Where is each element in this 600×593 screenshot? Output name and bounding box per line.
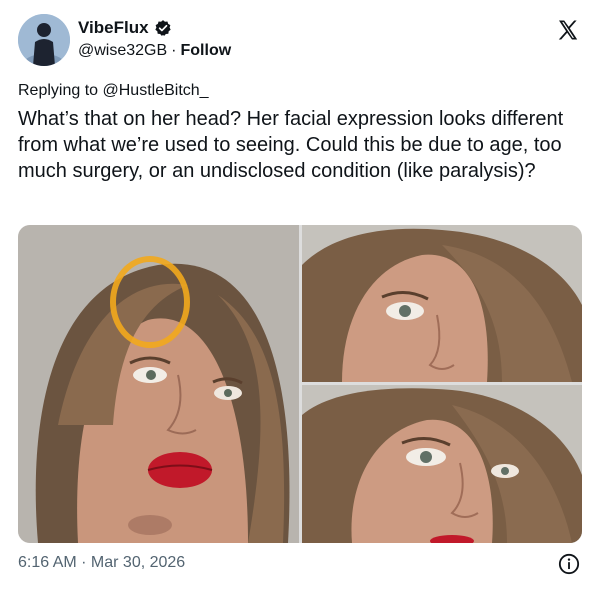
avatar[interactable] [18, 14, 70, 66]
verified-badge-icon [154, 19, 172, 37]
tweet-timestamp[interactable]: 6:16 AM · Mar 30, 2026 [18, 554, 185, 572]
x-logo-icon[interactable] [556, 18, 580, 42]
media-grid [18, 225, 582, 543]
info-icon[interactable] [558, 553, 580, 575]
name-row: VibeFlux [78, 18, 172, 38]
photo-3[interactable] [302, 385, 582, 543]
replying-to-handle[interactable]: @HustleBitch_ [103, 82, 209, 99]
handle[interactable]: @wise32GB [78, 42, 167, 60]
photo-1[interactable] [18, 225, 299, 543]
display-name[interactable]: VibeFlux [78, 18, 149, 38]
tweet-text: What’s that on her head? Her facial expr… [18, 108, 564, 182]
follow-button[interactable]: Follow [181, 42, 232, 60]
handle-row: @wise32GB · Follow [78, 42, 231, 60]
replying-to-prefix: Replying to [18, 82, 99, 99]
tweet-header: VibeFlux @wise32GB · Follow [18, 14, 582, 68]
replying-to: Replying to @HustleBitch_ [18, 82, 209, 100]
photo-2[interactable] [302, 225, 582, 382]
separator-dot: · [171, 42, 177, 59]
